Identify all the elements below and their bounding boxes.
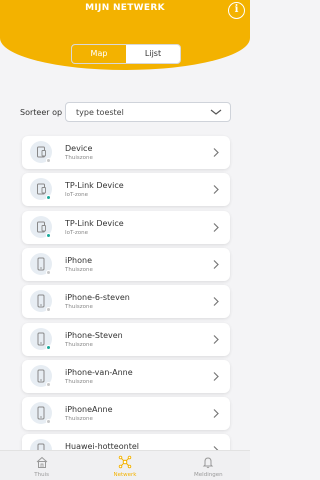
- sort-value: type toestel: [76, 108, 124, 117]
- chevron-right-icon: [213, 259, 219, 269]
- device-icon: [30, 327, 52, 350]
- chevron-down-icon: [210, 109, 222, 115]
- device-zone: Thuiszone: [65, 155, 93, 161]
- device-name: TP-Link Device: [65, 218, 124, 228]
- status-dot: [46, 232, 51, 238]
- device-list-item[interactable]: iPhoneAnne Thuiszone: [22, 397, 230, 431]
- device-icon: [30, 290, 52, 313]
- device-icon: [30, 402, 52, 425]
- device-name: iPhoneAnne: [65, 405, 113, 415]
- chevron-right-icon: [213, 371, 219, 381]
- tab-label-netwerk: Netwerk: [113, 472, 137, 478]
- device-zone: IoT-zone: [65, 229, 88, 236]
- device-zone: Thuiszone: [65, 266, 93, 273]
- home-icon: [36, 456, 47, 468]
- tab-label-thuis: Thuis: [34, 472, 50, 478]
- info-icon[interactable]: i: [228, 2, 245, 19]
- device-name: iPhone: [65, 255, 93, 265]
- device-zone: Thuiszone: [65, 341, 93, 348]
- chevron-right-icon: [213, 148, 219, 157]
- device-list-item[interactable]: TP-Link Device IoT-zone: [22, 210, 230, 244]
- sort-label: Sorteer op: [20, 108, 63, 117]
- device-icon: [30, 215, 52, 238]
- chevron-right-icon: [213, 334, 219, 344]
- device-name: TP-Link Device: [65, 181, 124, 191]
- tab-label-meldingen: Meldingen: [194, 472, 223, 478]
- chevron-right-icon: [213, 185, 219, 195]
- device-name: Device: [65, 144, 93, 153]
- status-dot: [46, 344, 51, 350]
- status-dot: [46, 158, 51, 163]
- device-icon: [30, 141, 52, 163]
- tab-meldingen[interactable]: Meldingen: [167, 451, 250, 480]
- device-icon: [30, 252, 52, 275]
- device-list-item[interactable]: TP-Link Device IoT-zone: [22, 173, 230, 207]
- device-icon: [30, 364, 52, 387]
- device-list-item[interactable]: Device Thuiszone: [22, 136, 230, 169]
- device-zone: Thuiszone: [65, 416, 93, 423]
- device-list-item[interactable]: iPhone-van-Anne Thuiszone: [22, 359, 230, 393]
- device-zone: Thuiszone: [65, 378, 93, 385]
- toggle-map[interactable]: Map: [72, 45, 126, 63]
- device-list-item[interactable]: iPhone-Steven Thuiszone: [22, 322, 230, 356]
- toggle-list[interactable]: Lijst: [126, 45, 180, 63]
- device-zone: Thuiszone: [65, 304, 93, 311]
- view-toggle: Map Lijst: [71, 44, 181, 64]
- bell-icon: [203, 457, 214, 469]
- device-name: iPhone-Steven: [65, 330, 123, 340]
- status-dot: [46, 269, 51, 275]
- device-zone: IoT-zone: [65, 192, 88, 199]
- chevron-right-icon: [213, 409, 219, 419]
- device-icon: [30, 178, 52, 201]
- tab-bar: Thuis Netwerk Meldingen: [0, 450, 250, 480]
- device-name: iPhone-6-steven: [65, 293, 130, 303]
- chevron-right-icon: [213, 222, 219, 232]
- page-title: MIJN NETWERK: [85, 3, 165, 13]
- tab-netwerk[interactable]: Netwerk: [83, 451, 166, 480]
- sort-select[interactable]: type toestel: [65, 102, 231, 122]
- chevron-right-icon: [213, 297, 219, 307]
- status-dot: [46, 381, 51, 387]
- device-name: iPhone-van-Anne: [65, 367, 133, 377]
- device-list-item[interactable]: iPhone Thuiszone: [22, 247, 230, 281]
- network-icon: [118, 455, 132, 469]
- device-list-item[interactable]: iPhone-6-steven Thuiszone: [22, 285, 230, 319]
- tab-thuis[interactable]: Thuis: [0, 451, 83, 480]
